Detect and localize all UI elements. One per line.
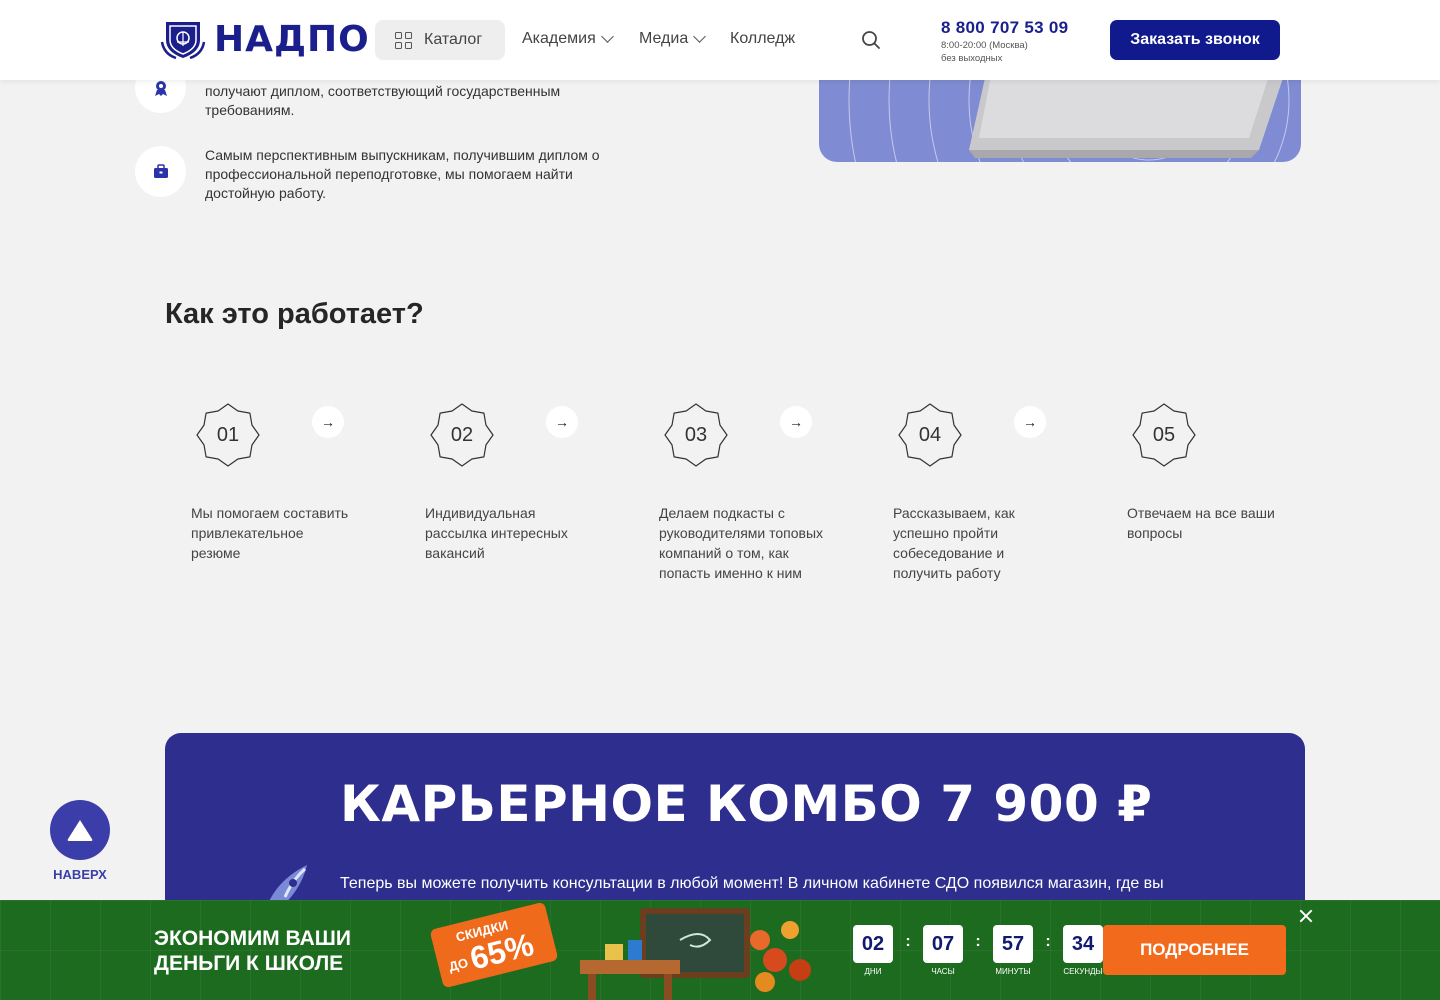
logo[interactable]: НАДПО (160, 18, 370, 60)
step-text: Мы помогаем составить привлекательное ре… (191, 505, 349, 561)
step-text: Индивидуальная рассылка интересных вакан… (425, 505, 568, 561)
step-number: 02 (450, 423, 474, 446)
step-item: 05 Отвечаем на все ваши вопросы (1127, 402, 1297, 543)
nav-item-label: Медиа (639, 30, 689, 47)
chevron-down-icon (693, 30, 707, 43)
timer-value: 02 (853, 925, 893, 963)
briefcase-icon (153, 164, 168, 178)
step-badge: 04 (897, 402, 963, 468)
back-to-top-button[interactable]: НАВЕРХ (50, 800, 110, 882)
arrow-right-icon: → (1014, 406, 1046, 438)
timer-minutes: 57 МИНУТЫ (993, 925, 1033, 976)
nav-item-academy[interactable]: Академия (522, 30, 614, 48)
section-title: Как это работает? (165, 298, 424, 330)
timer-days: 02 ДНИ (853, 925, 893, 976)
countdown-timer: 02 ДНИ : 07 ЧАСЫ : 57 МИНУТЫ : 34 СЕКУНД… (853, 925, 1103, 976)
nav-item-media[interactable]: Медиа (639, 30, 707, 48)
step-number: 04 (918, 423, 942, 446)
timer-label: МИНУТЫ (995, 967, 1031, 976)
arrow-right-icon: → (546, 406, 578, 438)
step-badge: 05 (1131, 402, 1197, 468)
timer-value: 57 (993, 925, 1033, 963)
chevron-down-icon (600, 30, 614, 43)
timer-separator: : (975, 933, 981, 950)
phone-block: 8 800 707 53 09 8:00-20:00 (Москва) без … (941, 18, 1068, 64)
school-illustration (580, 908, 811, 1000)
phone-hours: 8:00-20:00 (Москва) (941, 40, 1028, 51)
catalog-button[interactable]: Каталог (375, 20, 505, 60)
more-details-button[interactable]: ПОДРОБНЕЕ (1103, 925, 1286, 975)
combo-title: КАРЬЕРНОЕ КОМБО 7 900 ₽ (340, 775, 1153, 833)
timer-label: ДНИ (864, 967, 882, 976)
step-number: 03 (684, 423, 708, 446)
phone-days: без выходных (941, 53, 1003, 64)
step-number: 05 (1152, 423, 1176, 446)
site-header: НАДПО Каталог Академия Медиа Колледж 8 8… (0, 0, 1440, 80)
sale-up-label: ДО (447, 955, 470, 975)
timer-value: 34 (1063, 925, 1103, 963)
promo-title: ЭКОНОМИМ ВАШИ ДЕНЬГИ К ШКОЛЕ (154, 927, 351, 975)
grid-icon (395, 31, 412, 49)
award-icon (154, 80, 167, 96)
timer-value: 07 (923, 925, 963, 963)
nav-item-label: Колледж (730, 30, 796, 47)
timer-label: СЕКУНДЫ (1063, 967, 1103, 976)
search-icon[interactable] (861, 30, 881, 50)
step-badge: 02 (429, 402, 495, 468)
back-to-top-circle[interactable] (50, 800, 110, 860)
back-to-top-label: НАВЕРХ (53, 867, 107, 882)
arrow-right-icon: → (312, 406, 344, 438)
timer-seconds: 34 СЕКУНДЫ (1063, 925, 1103, 976)
step-text: Рассказываем, как успешно пройти собесед… (893, 505, 1015, 581)
combo-text: Теперь вы можете получить консультации в… (340, 875, 1164, 892)
triangle-up-icon (67, 820, 93, 841)
order-call-button[interactable]: Заказать звонок (1110, 20, 1280, 60)
timer-hours: 07 ЧАСЫ (923, 925, 963, 976)
step-badge: 01 (195, 402, 261, 468)
arrow-right-icon: → (780, 406, 812, 438)
close-icon[interactable] (1297, 907, 1315, 925)
catalog-label: Каталог (424, 31, 483, 48)
phone-number[interactable]: 8 800 707 53 09 (941, 18, 1068, 38)
benefit-item: Самым перспективным выпускникам, получив… (135, 146, 635, 203)
step-number: 01 (216, 423, 240, 446)
benefit-icon-wrap (135, 146, 186, 197)
step-badge: 03 (663, 402, 729, 468)
sale-tag: СКИДКИ ДО 65% (429, 901, 559, 989)
timer-separator: : (905, 933, 911, 950)
step-text: Делаем подкасты с руководителями топовых… (659, 505, 824, 581)
nav-item-college[interactable]: Колледж (730, 30, 795, 48)
nav-item-label: Академия (522, 30, 596, 47)
logo-emblem-icon (160, 22, 206, 60)
benefit-text: Самым перспективным выпускникам, получив… (205, 147, 600, 201)
logo-text: НАДПО (214, 18, 370, 60)
timer-label: ЧАСЫ (931, 967, 955, 976)
step-text: Отвечаем на все ваши вопросы (1127, 505, 1275, 541)
timer-separator: : (1045, 933, 1051, 950)
